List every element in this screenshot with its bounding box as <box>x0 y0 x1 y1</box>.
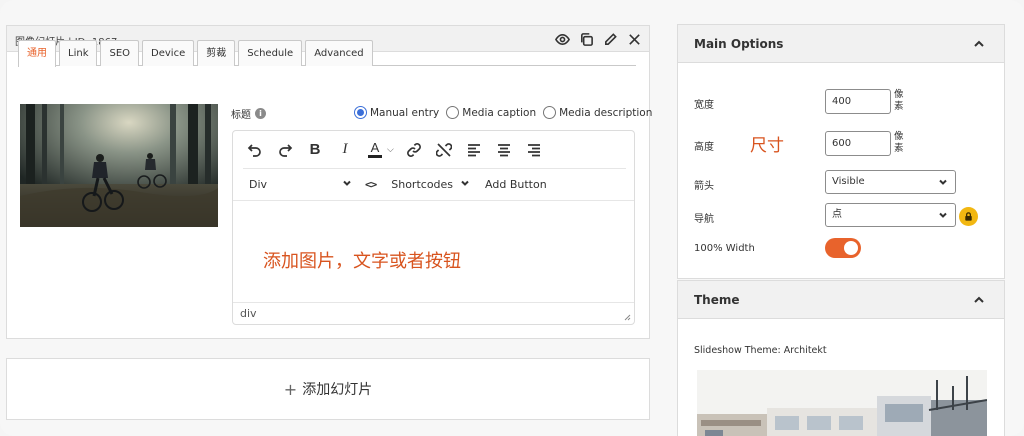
radio-media-caption[interactable]: Media caption <box>446 106 536 119</box>
canvas: 图像幻灯片 | ID: 1867 通用 Link SEO Device 剪裁 <box>0 0 1024 436</box>
main-options-panel: Main Options 宽度 400 像素 高度 尺寸 600 像素 箭头 V… <box>677 24 1005 279</box>
navigation-select-value: 点 <box>832 209 842 220</box>
chevron-down-icon <box>459 177 471 192</box>
radio-button[interactable] <box>446 106 460 119</box>
info-icon[interactable]: i <box>255 108 266 119</box>
main-options-header[interactable]: Main Options <box>678 25 1004 63</box>
editor-toolbar-row-1: B I A ⌵ <box>233 131 634 168</box>
align-right-icon[interactable] <box>524 140 544 160</box>
theme-header[interactable]: Theme <box>678 281 1004 319</box>
resize-handle-icon[interactable] <box>623 313 631 321</box>
add-button-button[interactable]: Add Button <box>485 178 547 191</box>
theme-preview-image[interactable] <box>697 370 987 436</box>
align-center-icon[interactable] <box>494 140 514 160</box>
editor-status-bar: div <box>233 302 634 324</box>
theme-panel: Theme Slideshow Theme: Architekt <box>677 280 1005 436</box>
slide-image[interactable] <box>20 104 218 227</box>
height-input[interactable]: 600 <box>825 131 891 156</box>
theme-title: Theme <box>694 293 740 307</box>
tab-device[interactable]: Device <box>142 40 195 66</box>
editor-toolbar-row-2: Div <> Shortcodes Add Button <box>233 169 634 199</box>
caption-source-radio-group: Manual entry Media caption Media descrip… <box>354 106 652 119</box>
full-width-label: 100% Width <box>694 243 755 254</box>
undo-icon[interactable] <box>245 140 265 160</box>
chevron-up-icon[interactable] <box>972 293 986 307</box>
tab-general[interactable]: 通用 <box>18 40 56 67</box>
font-color-icon[interactable]: A <box>365 140 385 160</box>
add-slide-label: 添加幻灯片 <box>302 382 373 398</box>
width-unit: 像素 <box>894 89 904 112</box>
theme-name-label: Slideshow Theme: Architekt <box>694 345 827 356</box>
plus-icon: + <box>283 379 298 399</box>
lock-icon[interactable] <box>959 207 978 226</box>
main-options-title: Main Options <box>694 37 784 51</box>
shortcodes-label: Shortcodes <box>391 177 454 191</box>
code-icon[interactable]: <> <box>365 178 377 191</box>
full-width-toggle[interactable] <box>825 238 861 258</box>
chevron-down-icon <box>341 177 353 192</box>
radio-button[interactable] <box>543 106 557 119</box>
format-select-value: Div <box>249 177 268 191</box>
bold-icon[interactable]: B <box>305 140 325 160</box>
element-path[interactable]: div <box>240 307 257 320</box>
shortcodes-menu[interactable]: Shortcodes <box>391 177 471 192</box>
editor-content[interactable]: 添加图片，文字或者按钮 <box>263 247 461 273</box>
caption-editor: B I A ⌵ Div <> Shortcodes Add Button 添加图… <box>232 130 635 325</box>
arrows-select-value: Visible <box>832 176 865 187</box>
size-annotation: 尺寸 <box>750 136 784 156</box>
toggle-knob <box>844 241 858 255</box>
tab-schedule[interactable]: Schedule <box>238 40 303 66</box>
radio-manual-entry[interactable]: Manual entry <box>354 106 439 119</box>
tab-advanced[interactable]: Advanced <box>305 40 373 66</box>
chevron-up-icon[interactable] <box>972 37 986 51</box>
radio-media-caption-label: Media caption <box>462 106 537 119</box>
radio-button-checked[interactable] <box>354 106 367 119</box>
add-slide-button[interactable]: + 添加幻灯片 <box>6 358 650 420</box>
theme-preview-graphic <box>697 370 987 436</box>
unlink-icon[interactable] <box>434 140 454 160</box>
chevron-down-icon[interactable]: ⌵ <box>387 145 394 155</box>
redo-icon[interactable] <box>275 140 295 160</box>
navigation-select[interactable]: 点 <box>825 203 956 227</box>
radio-media-description[interactable]: Media description <box>543 106 652 119</box>
toolbar-divider <box>233 200 634 201</box>
radio-manual-entry-label: Manual entry <box>370 106 440 119</box>
caption-label-wrap: 标题 i <box>231 106 266 121</box>
width-input[interactable]: 400 <box>825 89 891 114</box>
height-unit: 像素 <box>894 131 904 154</box>
chevron-down-icon <box>937 208 949 220</box>
align-left-icon[interactable] <box>464 140 484 160</box>
arrows-select[interactable]: Visible <box>825 170 956 194</box>
slide-image-graphic <box>20 104 218 227</box>
tab-link[interactable]: Link <box>59 40 98 66</box>
navigation-label: 导航 <box>694 214 714 225</box>
format-select[interactable]: Div <box>249 177 353 192</box>
height-label: 高度 <box>694 142 714 153</box>
tab-crop[interactable]: 剪裁 <box>197 40 236 66</box>
link-icon[interactable] <box>404 140 424 160</box>
italic-icon[interactable]: I <box>335 140 355 160</box>
tab-seo[interactable]: SEO <box>100 40 140 66</box>
slide-tabs: 通用 Link SEO Device 剪裁 Schedule Advanced <box>18 39 636 67</box>
chevron-down-icon <box>937 175 949 187</box>
caption-label: 标题 <box>231 110 251 121</box>
radio-media-description-label: Media description <box>559 106 653 119</box>
arrows-label: 箭头 <box>694 181 714 192</box>
width-label: 宽度 <box>694 100 714 111</box>
